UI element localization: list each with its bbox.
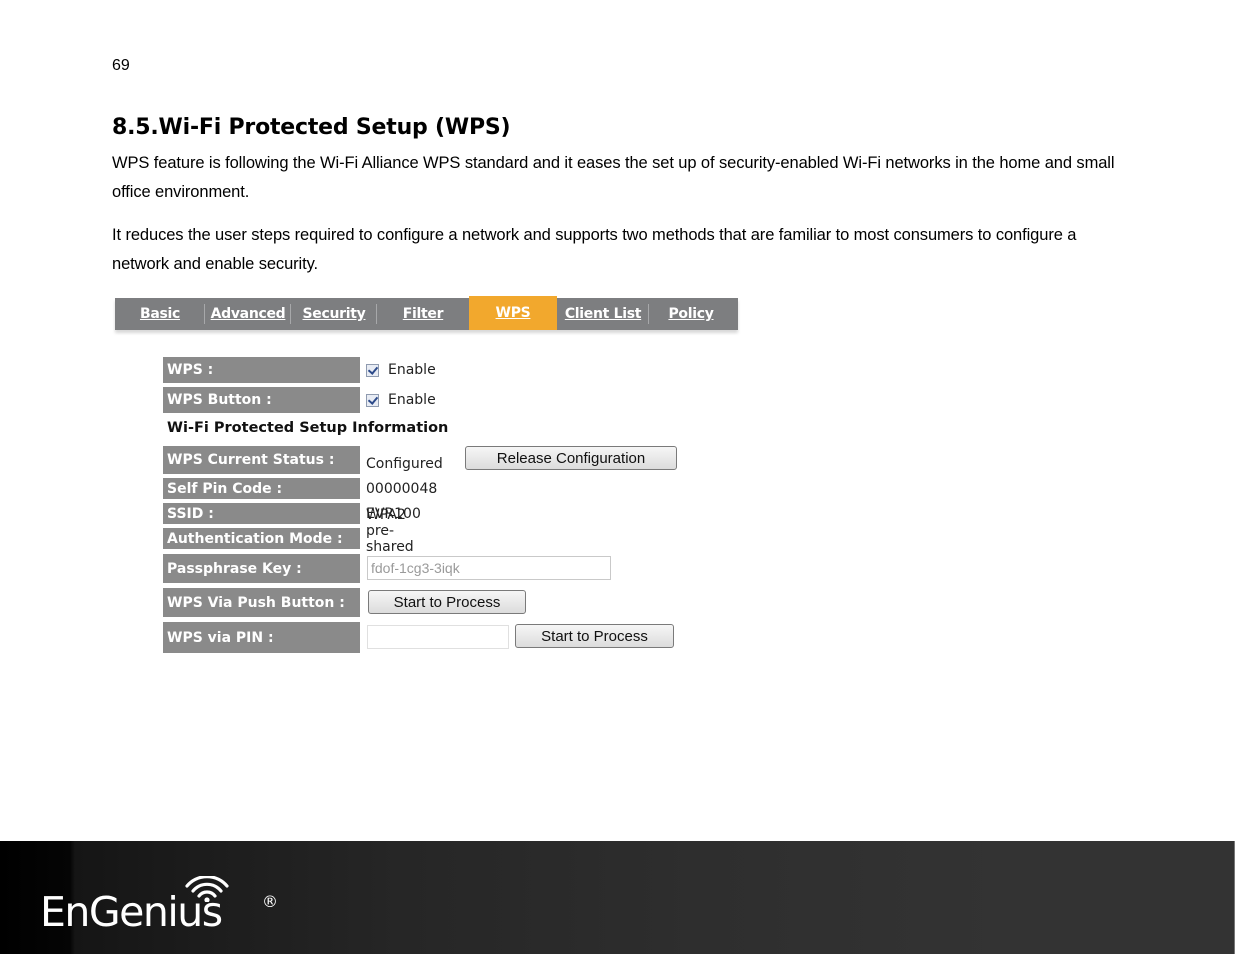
wps-button-enable-checkbox[interactable] bbox=[366, 393, 379, 407]
engenius-logo: EnGenius ® bbox=[40, 876, 300, 936]
wps-label: WPS : bbox=[163, 357, 360, 383]
methods-paragraph: It reduces the user steps required to co… bbox=[112, 226, 1077, 273]
tab-advanced[interactable]: Advanced bbox=[205, 298, 291, 330]
self-pin-label: Self Pin Code : bbox=[163, 478, 360, 499]
passphrase-label: Passphrase Key : bbox=[163, 554, 360, 583]
tab-label: Advanced bbox=[210, 306, 286, 322]
pin-input[interactable] bbox=[367, 625, 509, 649]
push-button-start-button[interactable]: Start to Process bbox=[368, 590, 526, 614]
wps-button-enable-label: Enable bbox=[388, 392, 436, 408]
tab-bar: Basic Advanced Security Filter WPS Clien… bbox=[115, 296, 738, 330]
wps-enable-checkbox[interactable] bbox=[366, 363, 379, 377]
current-status-value: Configured bbox=[366, 456, 443, 472]
tab-label: Security bbox=[302, 306, 366, 322]
tab-wps[interactable]: WPS bbox=[469, 296, 557, 330]
tab-label: Basic bbox=[139, 306, 181, 322]
tab-label: Filter bbox=[402, 306, 444, 322]
ssid-label: SSID : bbox=[163, 503, 360, 524]
tab-label: Policy bbox=[668, 306, 714, 322]
tab-label: Client List bbox=[564, 306, 642, 322]
wps-button-label: WPS Button : bbox=[163, 387, 360, 413]
brand-name: EnGenius bbox=[40, 888, 223, 936]
tab-security[interactable]: Security bbox=[291, 298, 377, 330]
info-section-title: Wi-Fi Protected Setup Information bbox=[167, 420, 449, 436]
page-number: 69 bbox=[112, 57, 130, 74]
self-pin-value: 00000048 bbox=[366, 480, 438, 497]
push-button-label: WPS Via Push Button : bbox=[163, 588, 360, 617]
auth-mode-value: WPA2 pre-shared key bbox=[366, 506, 414, 571]
intro-paragraph: WPS feature is following the Wi-Fi Allia… bbox=[112, 154, 1115, 201]
registered-mark: ® bbox=[262, 892, 278, 911]
via-pin-label: WPS via PIN : bbox=[163, 622, 360, 653]
wps-enable-label: Enable bbox=[388, 362, 436, 378]
tab-label: WPS bbox=[495, 305, 531, 321]
section-title: 8.5.Wi-Fi Protected Setup (WPS) bbox=[112, 115, 511, 140]
wps-settings-screenshot: Basic Advanced Security Filter WPS Clien… bbox=[115, 296, 755, 668]
tab-basic[interactable]: Basic bbox=[115, 298, 205, 330]
release-configuration-button[interactable]: Release Configuration bbox=[465, 446, 677, 470]
tab-filter[interactable]: Filter bbox=[377, 298, 469, 330]
auth-mode-label: Authentication Mode : bbox=[163, 528, 360, 549]
tab-client-list[interactable]: Client List bbox=[557, 298, 649, 330]
passphrase-field[interactable]: fdof-1cg3-3iqk bbox=[367, 556, 611, 580]
tab-policy[interactable]: Policy bbox=[649, 298, 733, 330]
pin-start-button[interactable]: Start to Process bbox=[515, 624, 674, 648]
current-status-label: WPS Current Status : bbox=[163, 446, 360, 474]
